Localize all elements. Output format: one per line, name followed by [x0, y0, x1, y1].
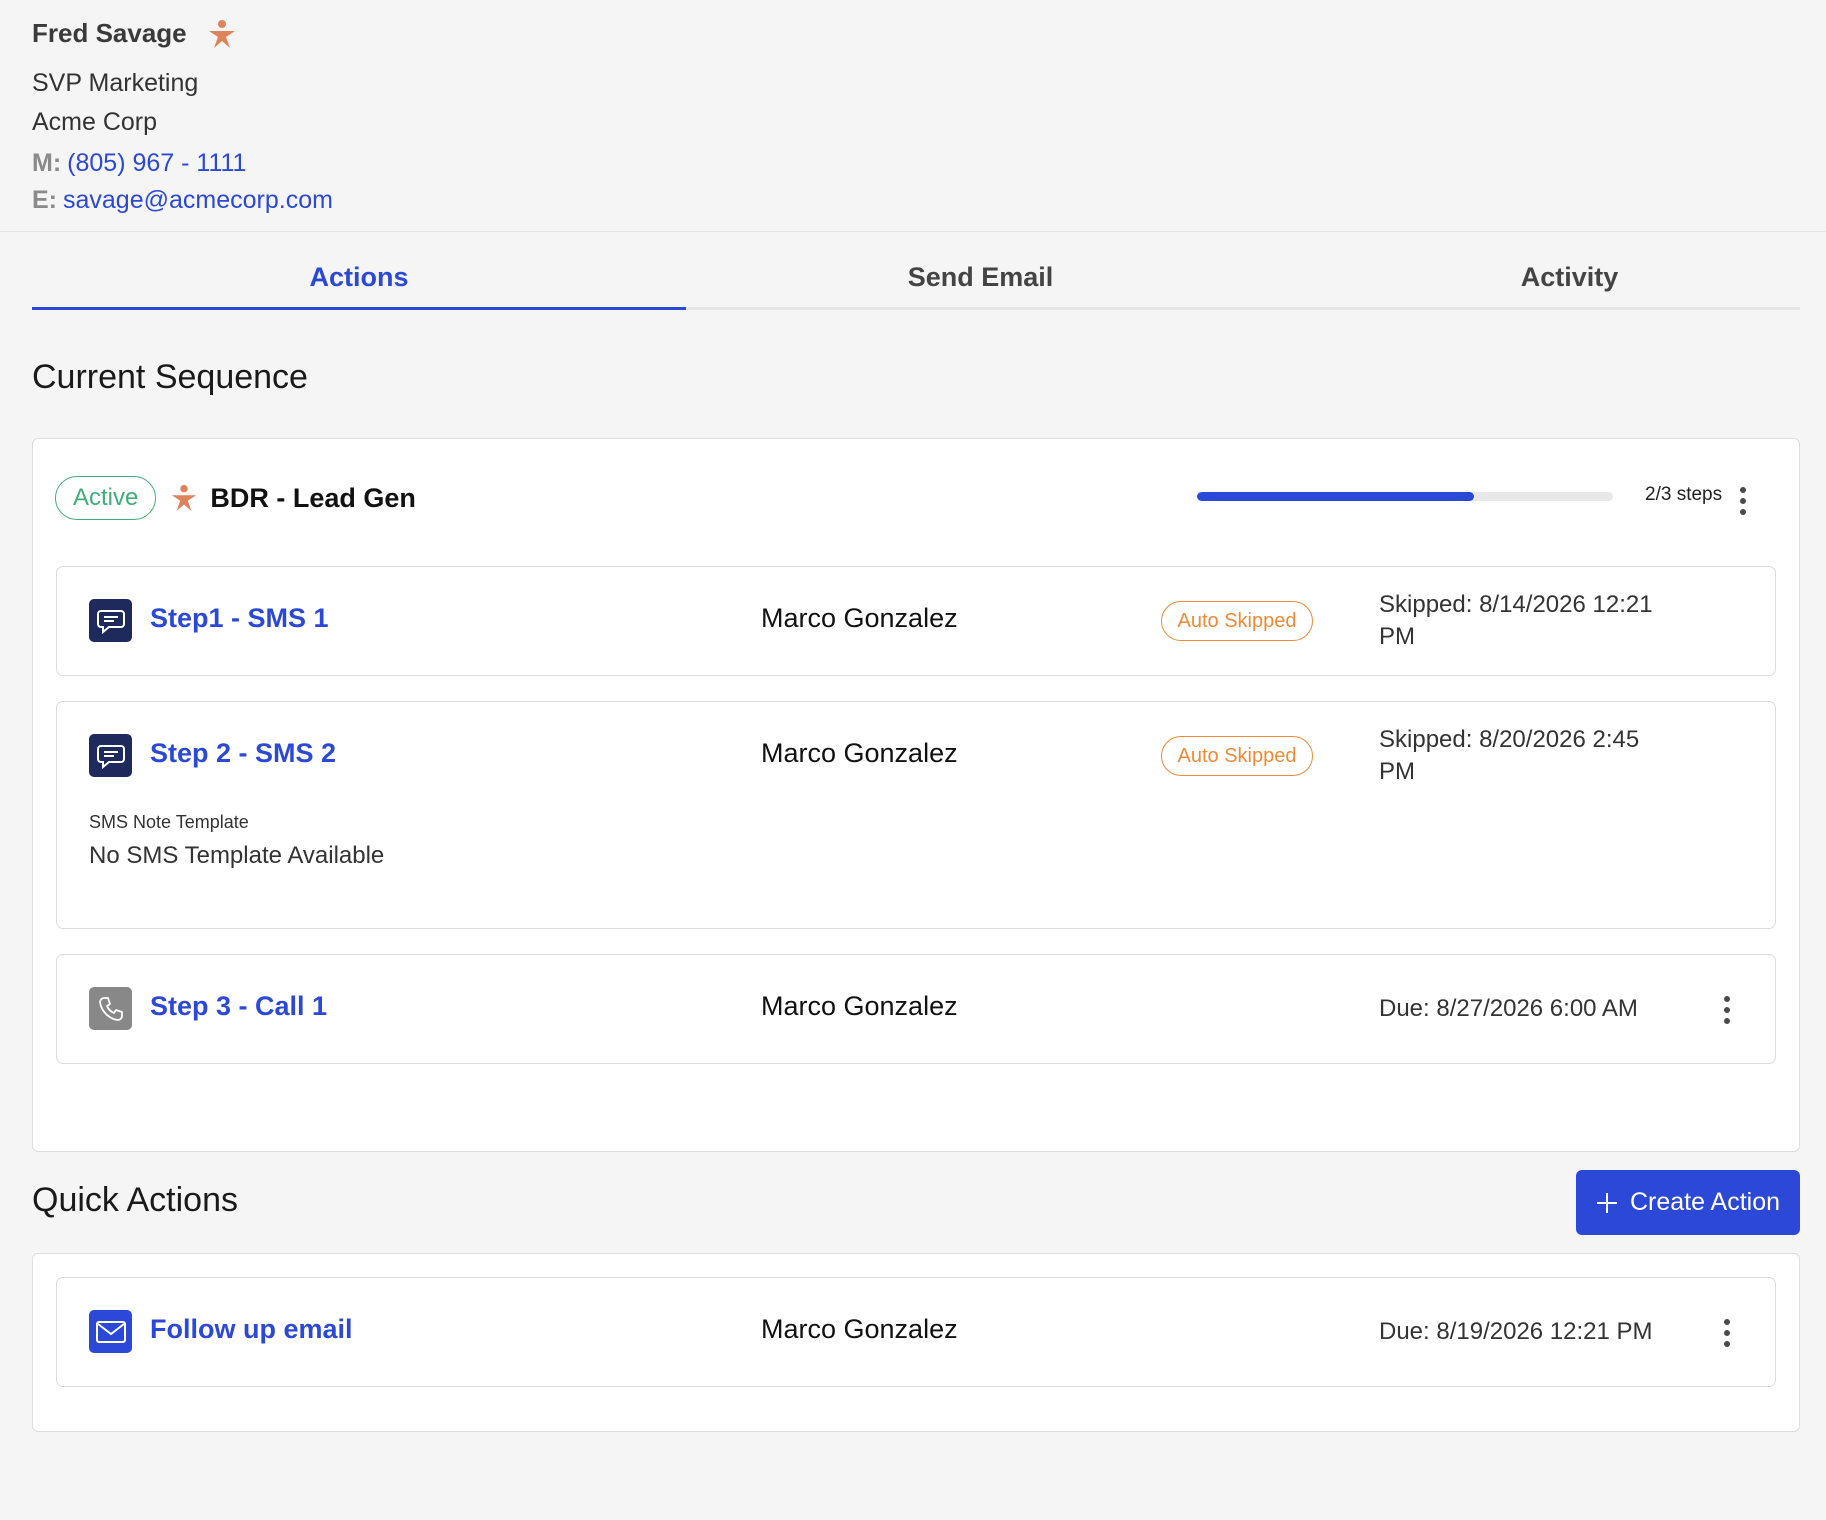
sequence-panel: Active BDR - Lead Gen 2/3 steps Step1 - … [32, 438, 1800, 1152]
assignee: Marco Gonzalez [761, 738, 958, 768]
quick-actions-heading: Quick Actions [32, 1181, 238, 1219]
action-more-icon[interactable] [1717, 1315, 1737, 1351]
create-action-label: Create Action [1629, 1188, 1781, 1216]
contact-company: Acme Corp [32, 108, 158, 136]
action-card: Follow up email Marco Gonzalez Due: 8/19… [56, 1277, 1776, 1387]
assignee: Marco Gonzalez [761, 603, 958, 633]
email-label: E: [32, 186, 57, 214]
note-value: No SMS Template Available [89, 842, 385, 869]
mobile-label: M: [32, 149, 62, 177]
step-link[interactable]: Step1 - SMS 1 [150, 603, 329, 634]
contact-title: SVP Marketing [32, 69, 199, 97]
assignee: Marco Gonzalez [761, 1314, 958, 1344]
step-link[interactable]: Step 2 - SMS 2 [150, 738, 336, 769]
sequence-progress-bar [1197, 492, 1613, 501]
header-divider [0, 231, 1826, 232]
current-sequence-heading: Current Sequence [32, 358, 308, 396]
step-timestamp: Skipped: 8/20/2026 2:45 PM [1379, 726, 1640, 785]
tab-bar: Actions Send Email Activity [32, 250, 1800, 310]
step-card: Step 2 - SMS 2 Marco Gonzalez Auto Skipp… [56, 701, 1776, 929]
mobile-phone-link[interactable]: (805) 967 - 1111 [67, 149, 246, 178]
phone-icon [89, 987, 132, 1030]
quick-actions-panel: Follow up email Marco Gonzalez Due: 8/19… [32, 1253, 1800, 1432]
step-card: Step 3 - Call 1 Marco Gonzalez Due: 8/27… [56, 954, 1776, 1064]
step-card: Step1 - SMS 1 Marco Gonzalez Auto Skippe… [56, 566, 1776, 676]
step-timestamp: Due: 8/27/2026 6:00 AM [1379, 995, 1638, 1022]
status-badge: Auto Skipped [1161, 736, 1313, 776]
status-badge: Active [55, 476, 157, 520]
tab-send-email[interactable]: Send Email [686, 250, 1275, 307]
progress-label: 2/3 steps [1645, 484, 1723, 505]
step-timestamp: Skipped: 8/14/2026 12:21 PM [1379, 591, 1653, 650]
person-star-icon [170, 484, 198, 512]
sequence-more-icon[interactable] [1733, 483, 1753, 519]
tab-actions[interactable]: Actions [32, 250, 686, 310]
note-label: SMS Note Template [89, 812, 249, 832]
contact-header: Fred Savage SVP Marketing Acme Corp M: (… [32, 18, 333, 215]
action-timestamp: Due: 8/19/2026 12:21 PM [1379, 1318, 1653, 1345]
status-badge: Auto Skipped [1161, 601, 1313, 641]
sms-icon [89, 599, 132, 642]
sms-icon [89, 734, 132, 777]
step-more-icon[interactable] [1717, 992, 1737, 1028]
sequence-progress-fill [1197, 492, 1475, 501]
action-link[interactable]: Follow up email [150, 1314, 353, 1345]
plus-icon [1596, 1192, 1618, 1214]
person-star-icon [207, 19, 237, 49]
mail-icon [89, 1310, 132, 1353]
contact-name: Fred Savage [32, 18, 187, 48]
sequence-name[interactable]: BDR - Lead Gen [210, 483, 416, 514]
tab-activity[interactable]: Activity [1275, 250, 1826, 307]
email-link[interactable]: savage@acmecorp.com [63, 186, 333, 215]
step-link[interactable]: Step 3 - Call 1 [150, 991, 327, 1022]
create-action-button[interactable]: Create Action [1576, 1170, 1800, 1235]
assignee: Marco Gonzalez [761, 991, 958, 1021]
sequence-header: Active BDR - Lead Gen 2/3 steps [55, 475, 1799, 521]
